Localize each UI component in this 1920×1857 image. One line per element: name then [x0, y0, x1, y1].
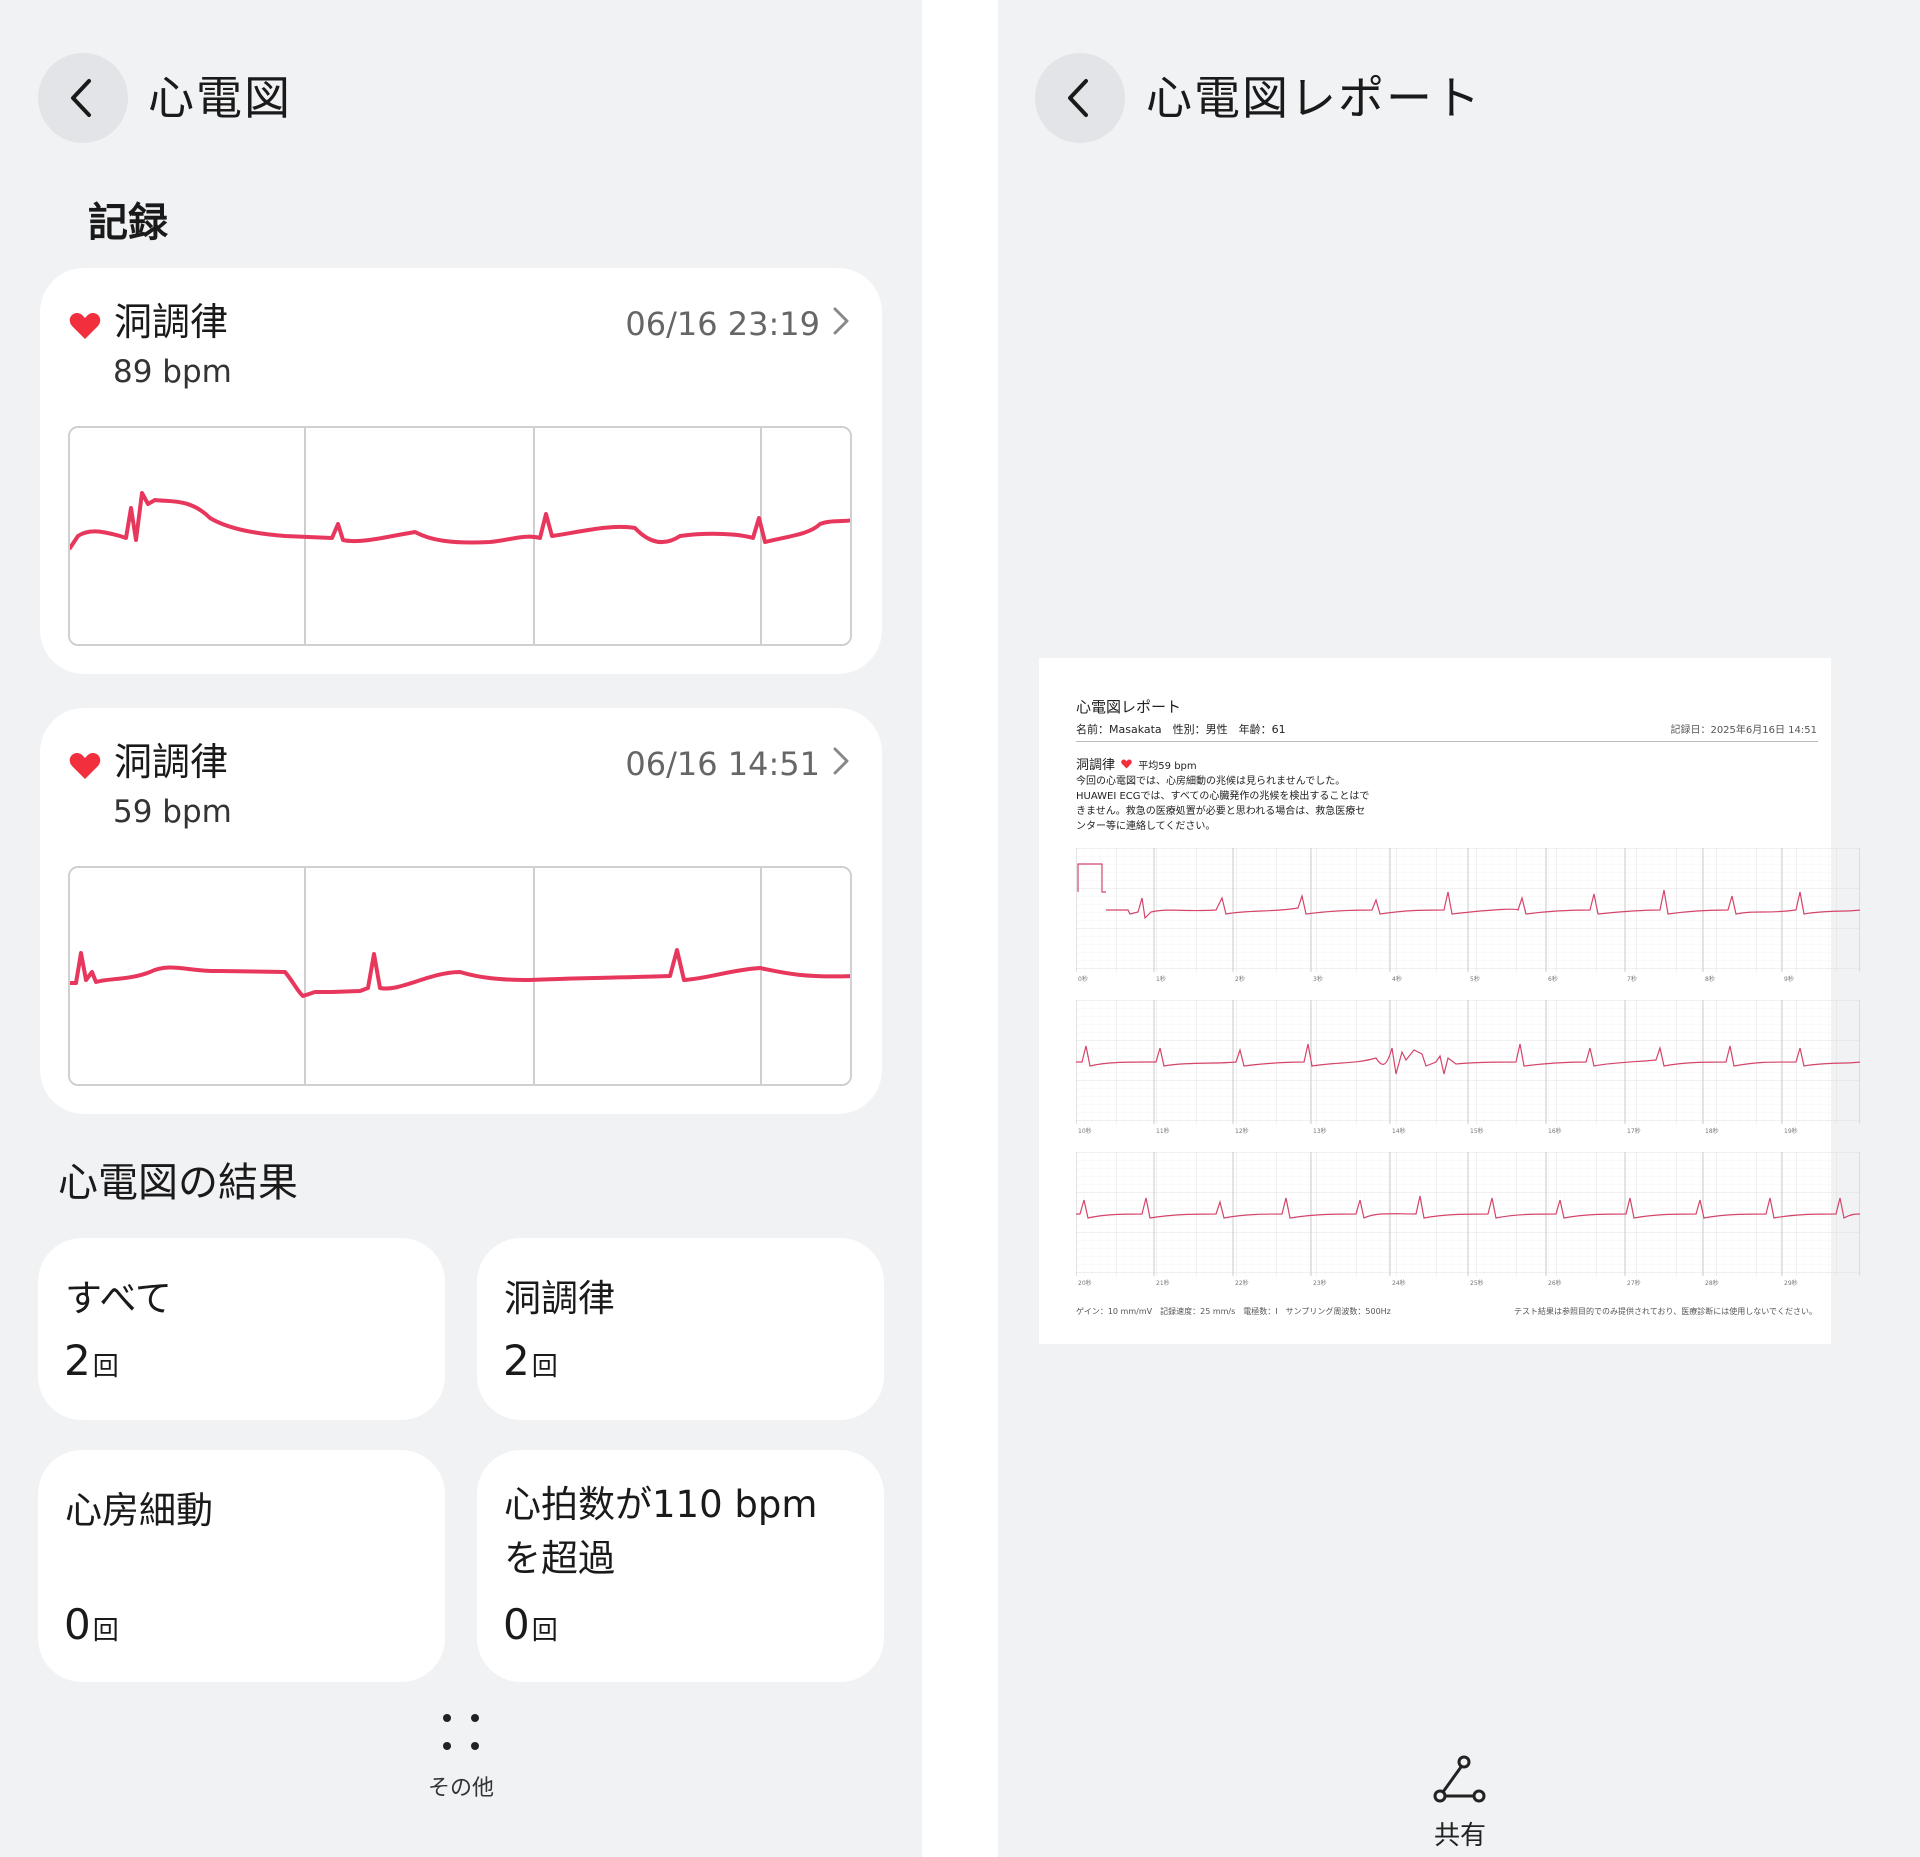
report-rhythm: 洞調律 平均59 bpm [1076, 758, 1197, 773]
results-heading: 心電図の結果 [58, 1160, 298, 1206]
ecg-thumbnail [68, 426, 852, 646]
ecg-trace [70, 948, 850, 998]
ecg-strip-3 [1076, 1152, 1860, 1276]
report-title: 心電図レポート [1076, 698, 1182, 716]
record-card[interactable]: 洞調律 59 bpm 06/16 14:51 [40, 708, 882, 1114]
heart-icon [69, 753, 101, 779]
record-bpm: 89 bpm [113, 354, 232, 390]
result-card-all[interactable]: すべて 2回 [38, 1238, 445, 1420]
ecg-thumbnail [68, 866, 852, 1086]
ecg-report-document[interactable]: 心電図レポート 名前：Masakata 性別：男性 年齢：61 記録日：2025… [1039, 658, 1860, 1344]
heart-icon [69, 313, 101, 339]
result-label: 心房細動 [65, 1489, 213, 1532]
result-count: 0回 [503, 1600, 558, 1649]
heart-icon [1121, 759, 1132, 769]
ecg-strips [1076, 848, 1860, 1276]
record-date: 06/16 14:51 [625, 745, 820, 783]
result-label: すべて [65, 1277, 172, 1320]
result-label: 洞調律 [504, 1277, 615, 1320]
report-divider [1076, 741, 1818, 742]
report-description: 今回の心電図では、心房細動の兆候は見られませんでした。 HUAWEI ECGでは… [1076, 776, 1370, 832]
more-label: その他 [427, 1776, 494, 1801]
report-record-date: 記録日：2025年6月16日 14:51 [1670, 725, 1817, 736]
more-button[interactable]: その他 [408, 1712, 514, 1802]
record-rhythm: 洞調律 [114, 300, 229, 344]
chevron-left-icon [1068, 79, 1088, 117]
record-rhythm: 洞調律 [114, 740, 229, 784]
result-card-afib[interactable]: 心房細動 0回 [38, 1450, 445, 1682]
records-heading: 記録 [88, 200, 168, 246]
share-label: 共有 [1433, 1821, 1486, 1851]
result-card-high-hr[interactable]: 心拍数が110 bpmを超過 0回 [477, 1450, 884, 1682]
result-label: 心拍数が110 bpmを超過 [504, 1483, 818, 1580]
record-card[interactable]: 洞調律 89 bpm 06/16 23:19 [40, 268, 882, 674]
back-button[interactable] [38, 53, 128, 143]
result-count: 2回 [503, 1336, 558, 1385]
ecg-trace [70, 491, 850, 550]
chevron-right-icon [833, 747, 849, 775]
record-date: 06/16 23:19 [625, 305, 820, 343]
result-card-sinus[interactable]: 洞調律 2回 [477, 1238, 884, 1420]
ecg-screen: 心電図 記録 洞調律 89 bpm 06/16 23:19 洞調律 59 bpm… [0, 0, 922, 1857]
more-dots-icon [443, 1714, 479, 1750]
back-button[interactable] [1035, 53, 1125, 143]
result-count: 0回 [64, 1600, 119, 1649]
chevron-left-icon [71, 79, 91, 117]
ecg-strip-1 [1076, 848, 1860, 972]
share-button[interactable]: 共有 [1418, 1755, 1502, 1852]
report-footer-right: テスト結果は参照目的でのみ提供されており、医療診断には使用しないでください。 [1514, 1307, 1817, 1316]
page-title: 心電図 [148, 71, 292, 125]
report-footer-left: ゲイン：10 mm/mV 記録速度：25 mm/s 電極数：I サンプリング周波… [1076, 1307, 1391, 1316]
ecg-strip-2 [1076, 1000, 1860, 1124]
record-bpm: 59 bpm [113, 794, 232, 830]
chevron-right-icon [833, 307, 849, 335]
report-patient-info: 名前：Masakata 性別：男性 年齢：61 [1076, 723, 1286, 736]
page-title: 心電図レポート [1146, 71, 1482, 125]
result-count: 2回 [64, 1336, 119, 1385]
share-icon [1433, 1755, 1486, 1803]
